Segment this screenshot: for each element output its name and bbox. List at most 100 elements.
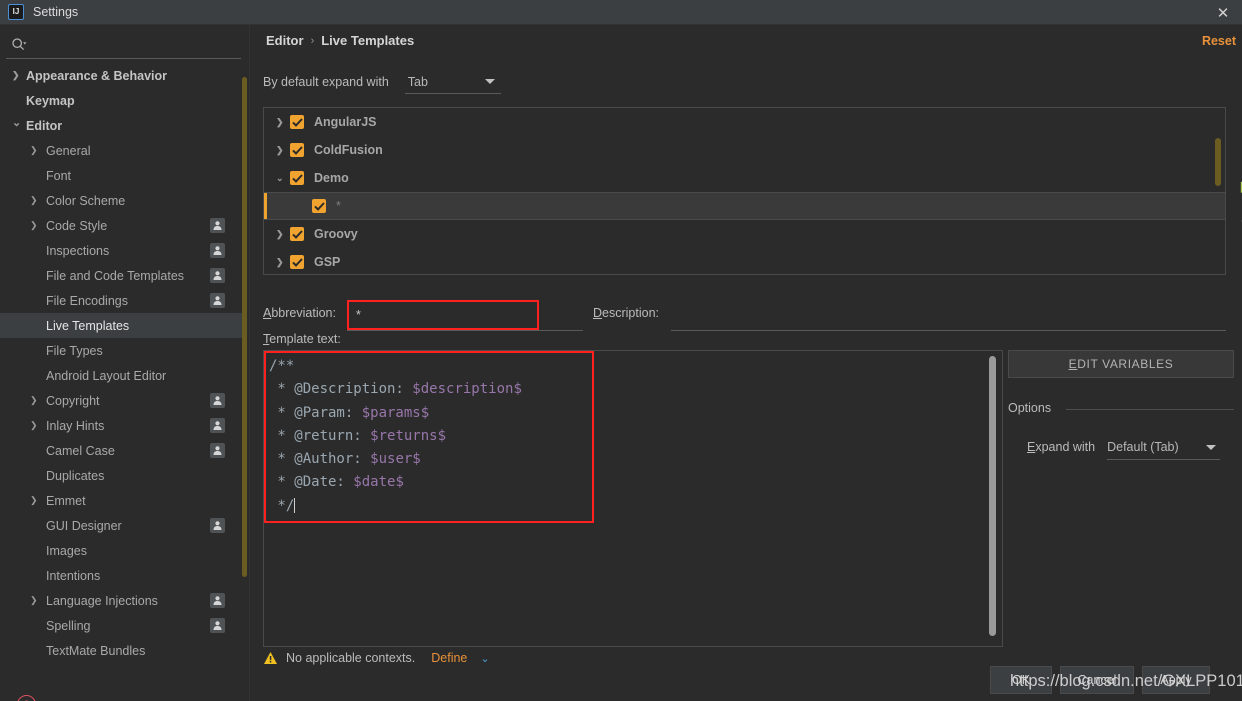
expand-with-underline <box>1107 459 1221 460</box>
sidebar-item-label: Intentions <box>46 568 101 583</box>
reset-link[interactable]: Reset <box>1202 34 1236 48</box>
sidebar-item-live-templates[interactable]: Live Templates <box>0 313 242 338</box>
person-icon <box>210 243 225 258</box>
breadcrumb-parent[interactable]: Editor <box>266 33 304 48</box>
sidebar-item-file-encodings[interactable]: File Encodings <box>0 288 242 313</box>
sidebar-item-keymap[interactable]: Keymap <box>0 88 242 113</box>
template-checkbox[interactable] <box>290 227 304 241</box>
template-row[interactable]: ❯ AngularJS <box>264 108 1225 136</box>
chevron-right-icon[interactable]: ❯ <box>30 195 41 206</box>
chevron-right-icon[interactable]: ❯ <box>276 145 286 156</box>
description-label: Description: <box>593 306 660 320</box>
text-caret <box>294 497 296 513</box>
chevron-down-icon[interactable]: ⌄ <box>276 173 286 184</box>
sidebar-item-camel-case[interactable]: Camel Case <box>0 438 242 463</box>
template-checkbox[interactable] <box>290 143 304 157</box>
code-text: * @Date: <box>269 474 354 491</box>
apply-button[interactable]: Apply <box>1142 666 1210 694</box>
remove-button[interactable] <box>1237 146 1242 168</box>
expand-with-value: Default (Tab) <box>1107 440 1179 454</box>
sidebar-item-appearance-behavior[interactable]: ❯ Appearance & Behavior <box>0 63 242 88</box>
abbreviation-value: * <box>356 308 361 322</box>
sidebar-item-textmate-bundles[interactable]: TextMate Bundles <box>0 638 242 663</box>
add-button[interactable] <box>1237 114 1242 136</box>
sidebar-item-gui-designer[interactable]: GUI Designer <box>0 513 242 538</box>
selection-marker <box>264 193 267 219</box>
sidebar-scrollbar[interactable] <box>242 77 247 577</box>
breadcrumb-separator-icon: › <box>310 34 315 47</box>
ok-button[interactable]: OK <box>990 666 1052 694</box>
sidebar-item-label: Duplicates <box>46 468 105 483</box>
copy-button[interactable] <box>1237 178 1242 200</box>
sidebar-item-emmet[interactable]: ❯ Emmet <box>0 488 242 513</box>
editor-scrollbar[interactable] <box>989 356 996 636</box>
chevron-down-icon[interactable]: ⌄ <box>480 652 489 665</box>
combo-underline <box>404 93 501 94</box>
revert-button[interactable] <box>1237 210 1242 232</box>
define-link[interactable]: Define <box>431 651 467 665</box>
chevron-down-icon[interactable]: ⌄ <box>12 118 23 131</box>
code-text: * @return: <box>269 427 371 444</box>
template-checkbox[interactable] <box>312 199 326 213</box>
template-row[interactable]: * <box>264 192 1225 220</box>
cancel-button[interactable]: Cancel <box>1060 666 1134 694</box>
template-label: GSP <box>314 255 341 269</box>
sidebar-item-spelling[interactable]: Spelling <box>0 613 242 638</box>
abbreviation-label: Abbreviation: <box>263 306 336 320</box>
person-icon <box>210 293 225 308</box>
sidebar-item-language-injections[interactable]: ❯ Language Injections <box>0 588 242 613</box>
template-row[interactable]: ❯ GSP <box>264 248 1225 274</box>
template-checkbox[interactable] <box>290 115 304 129</box>
sidebar-item-label: Keymap <box>26 93 75 108</box>
sidebar-item-inlay-hints[interactable]: ❯ Inlay Hints <box>0 413 242 438</box>
sidebar-item-images[interactable]: Images <box>0 538 242 563</box>
chevron-right-icon[interactable]: ❯ <box>276 229 286 240</box>
sidebar-item-font[interactable]: Font <box>0 163 242 188</box>
sidebar-item-general[interactable]: ❯ General <box>0 138 242 163</box>
template-checkbox[interactable] <box>290 255 304 269</box>
chevron-down-icon <box>1206 445 1217 450</box>
template-row[interactable]: ❯ ColdFusion <box>264 136 1225 164</box>
default-expand-dropdown[interactable]: Tab <box>403 70 503 94</box>
edit-variables-button[interactable]: EDIT VARIABLES <box>1008 350 1234 378</box>
search-icon <box>11 37 27 53</box>
sidebar-item-duplicates[interactable]: Duplicates <box>0 463 242 488</box>
sidebar-item-color-scheme[interactable]: ❯ Color Scheme <box>0 188 242 213</box>
search-field[interactable] <box>0 31 250 59</box>
expand-with-dropdown[interactable]: Default (Tab) <box>1107 436 1221 460</box>
sidebar-item-label: Appearance & Behavior <box>26 68 168 83</box>
title-bar: IJ Settings ✕ <box>0 0 1242 25</box>
default-expand-label: By default expand with <box>263 75 389 89</box>
sidebar-item-intentions[interactable]: Intentions <box>0 563 242 588</box>
chevron-right-icon[interactable]: ❯ <box>30 420 41 431</box>
sidebar-item-copyright[interactable]: ❯ Copyright <box>0 388 242 413</box>
sidebar-item-file-types[interactable]: File Types <box>0 338 242 363</box>
template-text-editor[interactable]: /** * @Description: $description$ * @Par… <box>263 350 1003 647</box>
template-label: Groovy <box>314 227 358 241</box>
sidebar-item-code-style[interactable]: ❯ Code Style <box>0 213 242 238</box>
chevron-right-icon[interactable]: ❯ <box>30 395 41 406</box>
chevron-right-icon[interactable]: ❯ <box>276 257 286 268</box>
code-line: * @Author: $user$ <box>269 448 522 471</box>
chevron-right-icon[interactable]: ❯ <box>30 595 41 606</box>
chevron-right-icon[interactable]: ❯ <box>276 117 286 128</box>
chevron-right-icon[interactable]: ❯ <box>30 220 41 231</box>
code-line: * @return: $returns$ <box>269 425 522 448</box>
close-icon[interactable]: ✕ <box>1214 4 1232 22</box>
template-checkbox[interactable] <box>290 171 304 185</box>
template-label: ColdFusion <box>314 143 383 157</box>
template-row[interactable]: ⌄ Demo <box>264 164 1225 192</box>
template-list-scrollbar[interactable] <box>1215 138 1221 186</box>
help-icon[interactable]: ? <box>17 695 36 701</box>
template-group-list[interactable]: ❯ AngularJS ❯ ColdFusion ⌄ Demo * ❯ Groovy ❯ GSP <box>263 107 1226 275</box>
chevron-right-icon[interactable]: ❯ <box>30 145 41 156</box>
sidebar-item-android-layout-editor[interactable]: Android Layout Editor <box>0 363 242 388</box>
sidebar-item-inspections[interactable]: Inspections <box>0 238 242 263</box>
abbreviation-input[interactable]: * <box>347 300 539 330</box>
sidebar-item-editor[interactable]: ⌄ Editor <box>0 113 242 138</box>
description-input[interactable] <box>671 300 1226 330</box>
sidebar-item-file-and-code-templates[interactable]: File and Code Templates <box>0 263 242 288</box>
template-row[interactable]: ❯ Groovy <box>264 220 1225 248</box>
chevron-right-icon[interactable]: ❯ <box>12 70 23 81</box>
chevron-right-icon[interactable]: ❯ <box>30 495 41 506</box>
